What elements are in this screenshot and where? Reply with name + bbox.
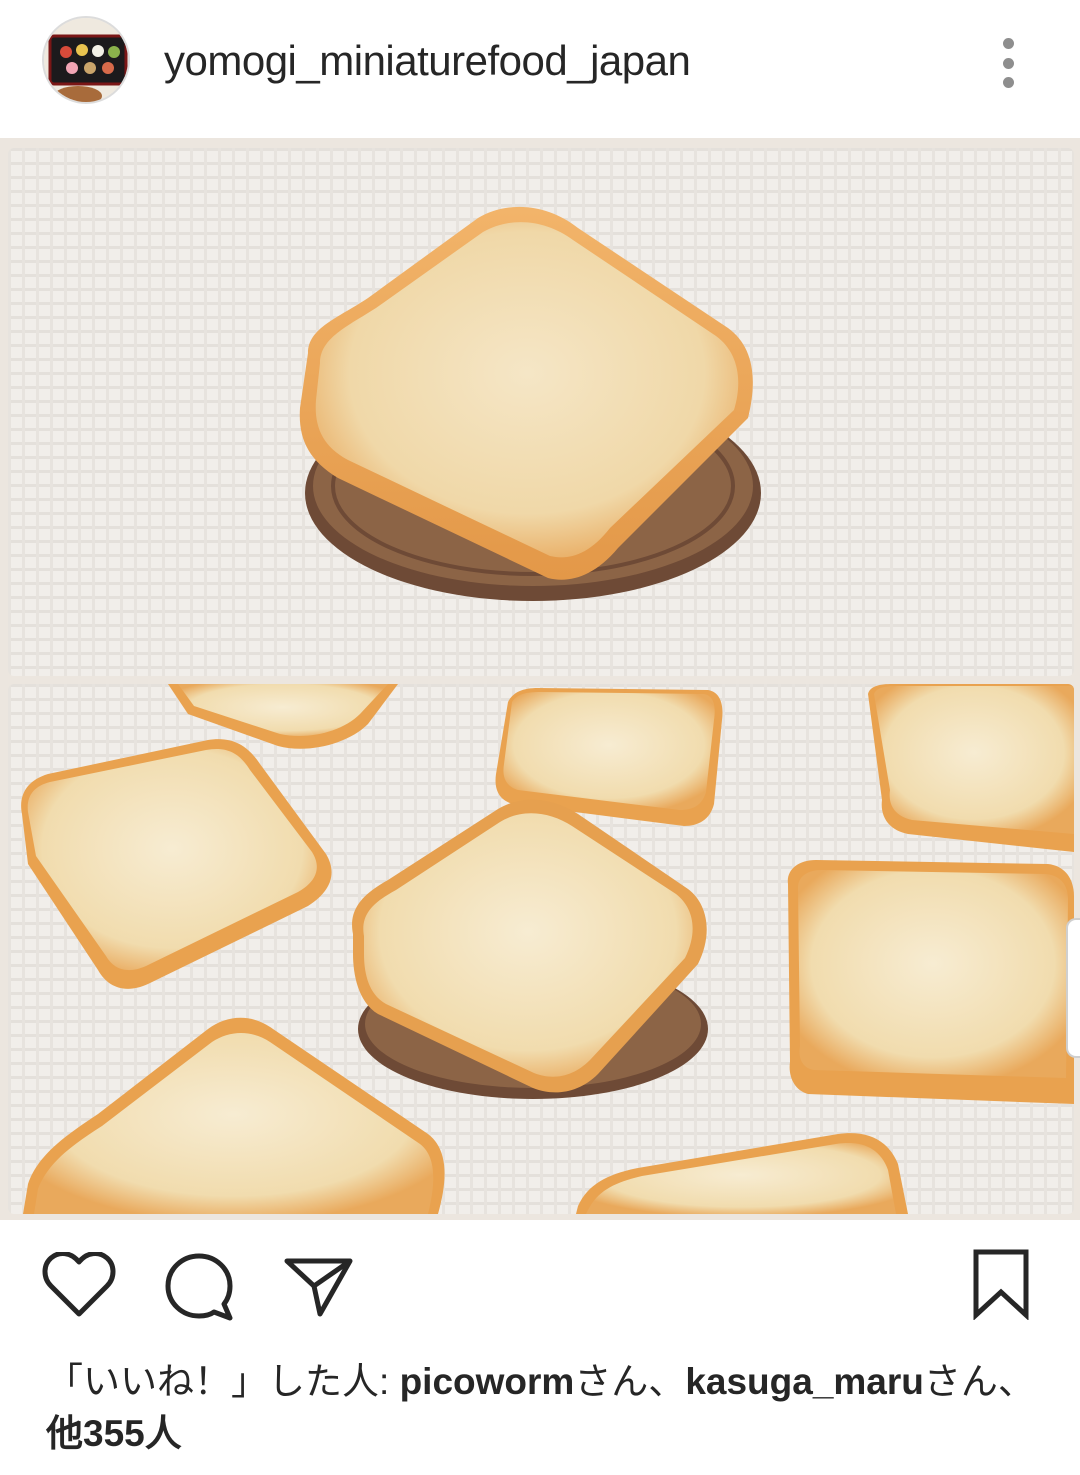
more-vertical-icon-dot (1002, 77, 1014, 88)
liked-by-text: 「いいね！」した人: picowormさん、kasuga_maruさん、他355… (46, 1356, 1036, 1460)
more-options-button[interactable] (988, 34, 1028, 92)
liked-by-suffix-2: さん、 (923, 1361, 1035, 1402)
paper-plane-icon (284, 1258, 353, 1317)
toast-pieces-image (8, 684, 1074, 1214)
heart-icon (42, 1251, 116, 1317)
liked-by-user-picoworm[interactable]: picoworm (400, 1361, 575, 1402)
like-button[interactable] (42, 1251, 116, 1323)
side-scroll-handle[interactable] (1066, 918, 1080, 1058)
username[interactable]: yomogi_miniaturefood_japan (164, 36, 691, 86)
toast-on-coin-image (8, 148, 1074, 676)
post-photo-top[interactable] (8, 148, 1074, 676)
bookmark-icon (973, 1249, 1029, 1321)
post-photo-bottom[interactable] (8, 684, 1074, 1214)
avatar[interactable] (42, 16, 130, 104)
comment-bubble-icon (165, 1253, 233, 1321)
liked-by-others-count[interactable]: 他355人 (46, 1413, 182, 1454)
save-button[interactable] (972, 1248, 1030, 1325)
more-vertical-icon (1002, 38, 1014, 49)
liked-by-suffix-1: さん、 (574, 1361, 686, 1402)
liked-by-prefix: 「いいね！」した人: (46, 1361, 400, 1402)
liked-by-user-kasuga-maru[interactable]: kasuga_maru (685, 1361, 924, 1402)
more-vertical-icon-dot (1002, 57, 1014, 69)
wagashi-tray-avatar-icon (44, 18, 128, 102)
action-bar (0, 1220, 1080, 1340)
post-header: yomogi_miniaturefood_japan (0, 0, 1080, 138)
comment-button[interactable] (164, 1252, 234, 1327)
share-button[interactable] (284, 1256, 354, 1323)
